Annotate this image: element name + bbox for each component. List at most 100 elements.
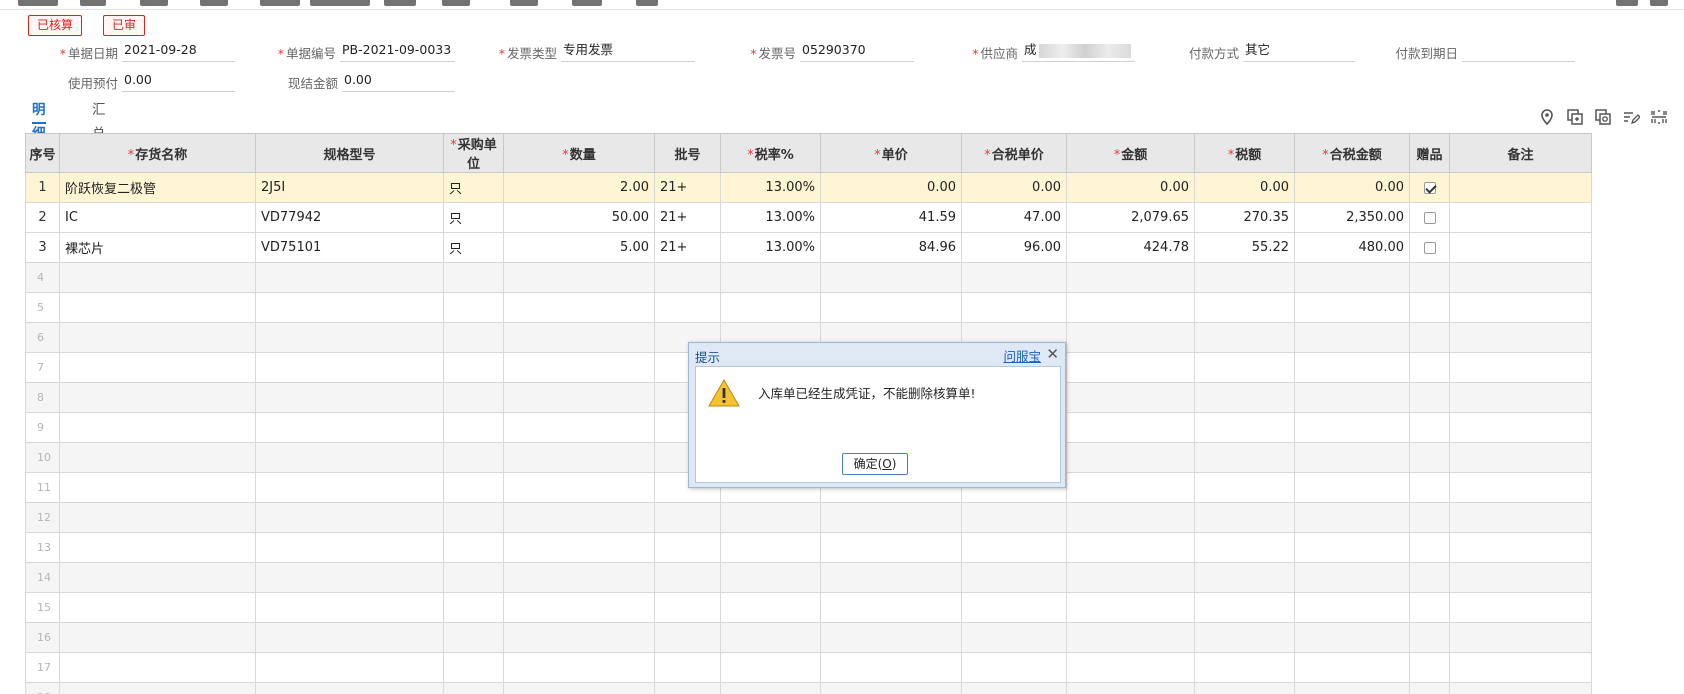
due-date-field[interactable]: 付款到期日 [1395,40,1575,62]
empty-cell[interactable] [1194,292,1295,323]
empty-cell[interactable] [443,262,504,293]
cell-name[interactable]: 裸芯片 [59,232,256,263]
gift-checkbox[interactable] [1423,241,1436,254]
empty-cell[interactable] [503,532,655,563]
edit-icon[interactable] [1622,108,1640,126]
empty-cell[interactable] [443,292,504,323]
empty-cell[interactable] [1449,682,1592,694]
cash-value[interactable]: 0.00 [342,70,455,92]
col-gift-header[interactable]: 赠品 [1409,133,1450,173]
empty-cell[interactable] [443,592,504,623]
empty-cell[interactable] [1194,262,1295,293]
empty-cell[interactable] [1294,352,1410,383]
empty-cell[interactable] [59,382,256,413]
cell-batch[interactable]: 21+ [654,172,721,203]
empty-cell[interactable] [961,682,1067,694]
empty-cell[interactable] [503,592,655,623]
empty-cell[interactable] [1066,472,1195,503]
empty-cell[interactable] [1194,652,1295,683]
cell-qty[interactable]: 2.00 [503,172,655,203]
empty-cell[interactable] [1294,262,1410,293]
empty-cell[interactable] [654,622,721,653]
empty-cell[interactable] [1294,562,1410,593]
empty-cell[interactable] [820,562,962,593]
empty-cell[interactable] [961,502,1067,533]
empty-cell[interactable] [1449,622,1592,653]
col-batch-header[interactable]: 批号 [654,133,721,173]
empty-cell[interactable] [1449,532,1592,563]
empty-cell[interactable] [59,412,256,443]
cell-total[interactable]: 480.00 [1294,232,1410,263]
cell-tax-rate[interactable]: 13.00% [720,232,821,263]
empty-cell[interactable] [503,352,655,383]
empty-cell[interactable] [59,682,256,694]
empty-cell[interactable] [720,622,821,653]
col-name-header[interactable]: *存货名称 [59,133,256,173]
empty-cell[interactable] [1409,652,1450,683]
empty-cell[interactable] [1194,532,1295,563]
empty-cell[interactable] [1409,682,1450,694]
col-tax-header[interactable]: *税额 [1194,133,1295,173]
empty-cell[interactable] [1066,382,1195,413]
empty-cell[interactable] [654,652,721,683]
cell-tax-rate[interactable]: 13.00% [720,172,821,203]
empty-cell[interactable] [1066,262,1195,293]
empty-cell[interactable] [443,442,504,473]
empty-cell[interactable] [1066,322,1195,353]
cell-tax-price[interactable]: 96.00 [961,232,1067,263]
cell-tax[interactable]: 0.00 [1194,172,1295,203]
empty-cell[interactable] [1194,622,1295,653]
cell-total[interactable]: 2,350.00 [1294,202,1410,233]
invoice-type-value[interactable]: 专用发票 [561,40,695,62]
empty-cell[interactable] [654,592,721,623]
cell-name[interactable]: 阶跃恢复二极管 [59,172,256,203]
invoice-no-value[interactable]: 05290370 [800,40,914,62]
cell-unit[interactable]: 只 [443,202,504,233]
cell-batch[interactable]: 21+ [654,202,721,233]
empty-cell[interactable] [1194,412,1295,443]
empty-cell[interactable] [1066,412,1195,443]
empty-cell[interactable] [961,262,1067,293]
empty-cell[interactable] [720,562,821,593]
gift-checkbox[interactable] [1423,181,1436,194]
empty-cell[interactable] [1194,592,1295,623]
doc-no-value[interactable]: PB-2021-09-0033 [340,40,455,62]
empty-cell[interactable] [961,592,1067,623]
empty-cell[interactable] [1294,292,1410,323]
empty-cell[interactable] [59,472,256,503]
empty-cell[interactable] [1294,652,1410,683]
date-field[interactable]: * 单据日期 2021-09-28 [60,40,235,62]
col-tax-rate-header[interactable]: *税率% [720,133,821,173]
empty-cell[interactable] [1066,502,1195,533]
empty-cell[interactable] [1194,682,1295,694]
invoice-type-field[interactable]: * 发票类型 专用发票 [499,40,695,62]
empty-cell[interactable] [255,322,444,353]
empty-cell[interactable] [503,622,655,653]
cell-tax[interactable]: 270.35 [1194,202,1295,233]
empty-cell[interactable] [1409,532,1450,563]
empty-cell[interactable] [1409,262,1450,293]
empty-cell[interactable] [443,472,504,503]
tab-summary[interactable]: 汇总 [92,98,106,142]
empty-cell[interactable] [255,502,444,533]
pay-method-value[interactable]: 其它 [1243,40,1355,62]
empty-cell[interactable] [820,292,962,323]
col-price-header[interactable]: *单价 [820,133,962,173]
empty-cell[interactable] [59,352,256,383]
empty-cell[interactable] [720,532,821,563]
empty-cell[interactable] [443,622,504,653]
empty-cell[interactable] [820,652,962,683]
empty-cell[interactable] [503,652,655,683]
empty-cell[interactable] [503,562,655,593]
empty-cell[interactable] [1449,442,1592,473]
empty-cell[interactable] [255,682,444,694]
empty-cell[interactable] [1409,412,1450,443]
col-tax-price-header[interactable]: *合税单价 [961,133,1067,173]
empty-cell[interactable] [255,652,444,683]
empty-cell[interactable] [1294,412,1410,443]
cell-price[interactable]: 41.59 [820,202,962,233]
table-row[interactable]: 14 [25,562,1593,593]
empty-cell[interactable] [59,292,256,323]
empty-cell[interactable] [1409,472,1450,503]
empty-cell[interactable] [1066,622,1195,653]
